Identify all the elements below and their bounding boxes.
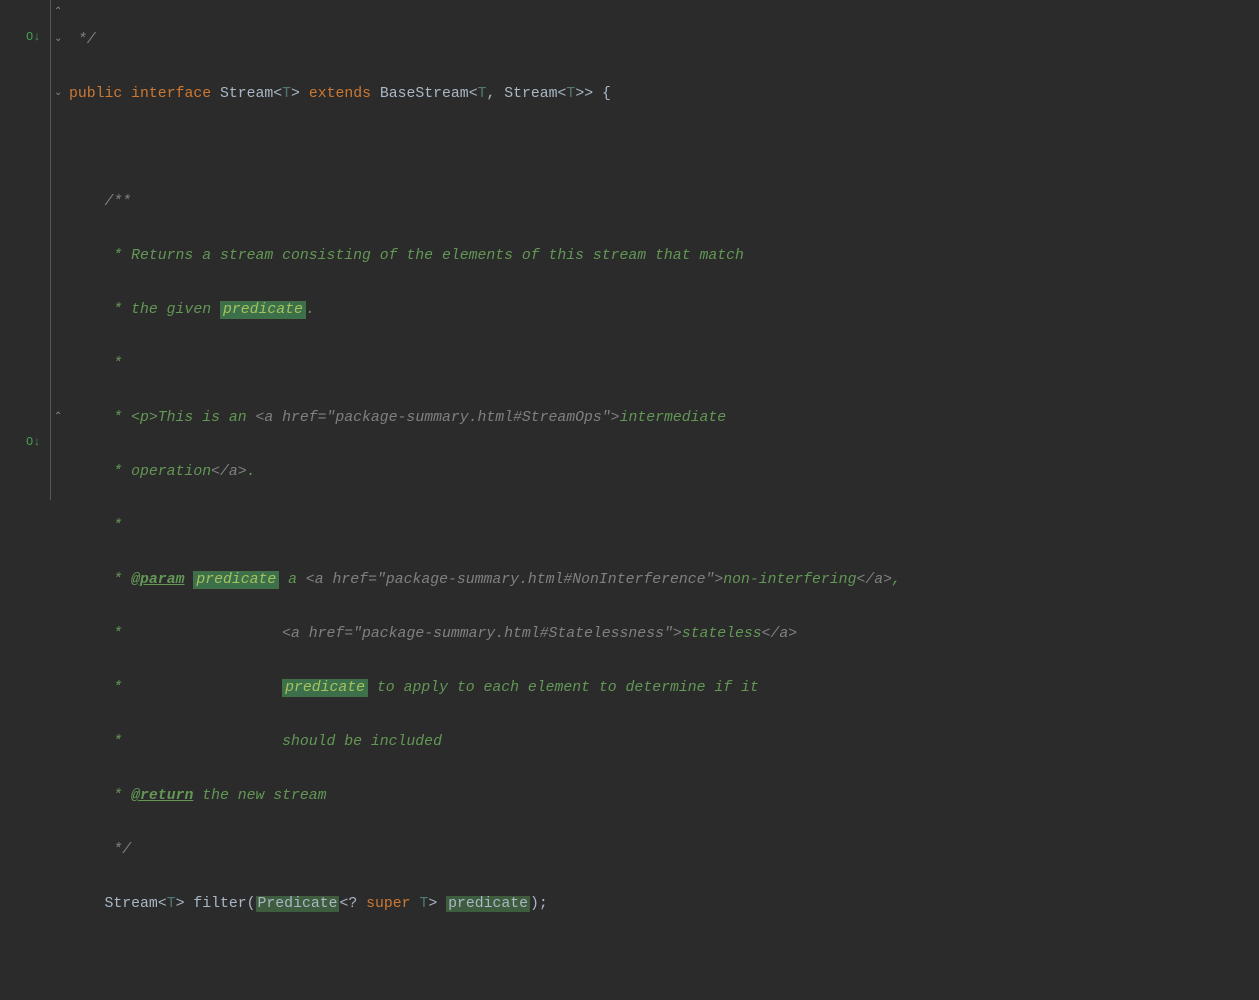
javadoc-line: * (69, 356, 122, 372)
keyword-public: public (69, 86, 122, 102)
generic-t: T (282, 86, 291, 102)
javadoc-start: /** (69, 194, 131, 210)
highlighted-predicate-type: Predicate (256, 896, 340, 912)
highlighted-predicate-param: predicate (446, 896, 530, 912)
keyword-extends: extends (309, 86, 371, 102)
highlighted-predicate: predicate (220, 301, 306, 319)
method-filter: filter (193, 896, 246, 912)
html-tag: <a href="package-summary.html#StreamOps"… (255, 410, 619, 426)
javadoc-line: * (69, 572, 131, 588)
gutter: O↓ O↓ (0, 0, 51, 500)
fold-toggle-icon[interactable]: ⌄ (54, 87, 62, 99)
fold-column: ⌃ ⌄ ⌄ ⌃ (51, 0, 69, 500)
javadoc-line: * (69, 518, 122, 534)
javadoc-end: */ (69, 842, 131, 858)
javadoc-line: * <p>This is an (69, 410, 255, 426)
keyword-super: super (366, 896, 410, 912)
override-gutter-icon[interactable]: O↓ (26, 30, 40, 44)
code-editor: O↓ O↓ ⌃ ⌄ ⌄ ⌃ */ public interface Stream… (0, 0, 1259, 500)
type-stream: Stream (220, 86, 273, 102)
javadoc-line: * should be included (69, 734, 442, 750)
code-area[interactable]: */ public interface Stream<T> extends Ba… (69, 0, 1259, 500)
fold-toggle-icon[interactable]: ⌄ (54, 33, 62, 45)
open-brace: { (602, 86, 611, 102)
highlighted-predicate: predicate (282, 679, 368, 697)
javadoc-line: * Returns a stream consisting of the ele… (69, 248, 744, 264)
fold-toggle-icon[interactable]: ⌃ (54, 411, 62, 423)
javadoc-line: * (69, 680, 282, 696)
return-type-stream: Stream (105, 896, 158, 912)
javadoc-line: * operation (69, 464, 211, 480)
javadoc-param-tag: @param (131, 572, 184, 588)
comment-end: */ (69, 32, 96, 48)
override-gutter-icon[interactable]: O↓ (26, 435, 40, 449)
javadoc-line: * (69, 626, 282, 642)
javadoc-line: * the given (69, 302, 220, 318)
fold-toggle-icon[interactable]: ⌃ (54, 6, 62, 18)
javadoc-line: * (69, 788, 131, 804)
javadoc-return-tag: @return (131, 788, 193, 804)
highlighted-predicate: predicate (193, 571, 279, 589)
type-basestream: BaseStream (380, 86, 469, 102)
keyword-interface: interface (131, 86, 211, 102)
